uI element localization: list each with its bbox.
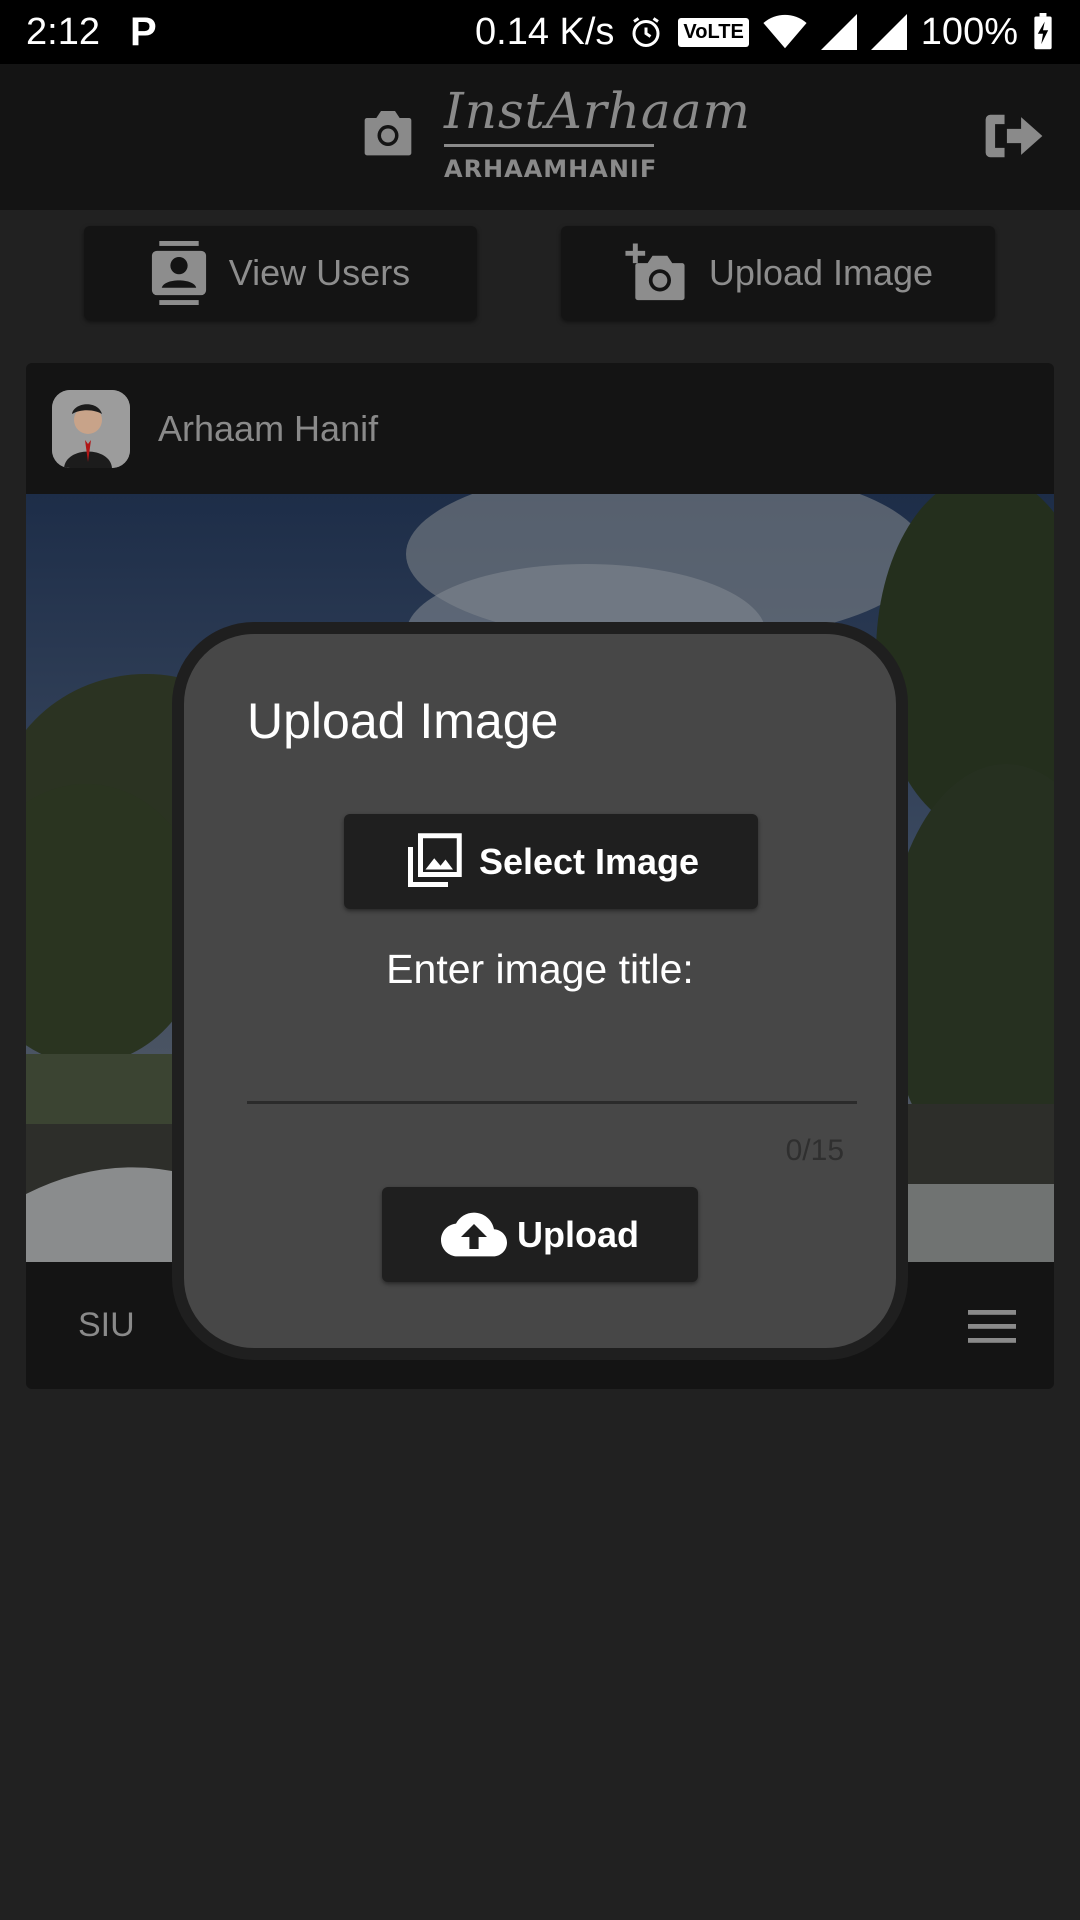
image-title-prompt: Enter image title:	[386, 946, 694, 992]
volte-badge: VoLTE	[678, 17, 749, 47]
character-counter: 0/15	[785, 1134, 844, 1167]
signal-icon	[820, 14, 857, 50]
dialog-title: Upload Image	[247, 693, 559, 749]
photo-library-icon	[407, 832, 462, 887]
parking-app-icon: P	[129, 9, 157, 54]
battery-percent: 100%	[920, 10, 1018, 53]
upload-button[interactable]: Upload	[382, 1187, 698, 1282]
upload-label: Upload	[517, 1213, 639, 1255]
net-speed: 0.14 K/s	[475, 10, 615, 53]
status-time: 2:12	[26, 10, 100, 53]
cloud-upload-icon	[441, 1212, 507, 1256]
signal-icon-2	[870, 14, 907, 50]
status-bar: 2:12 P 0.14 K/s VoLTE 100%	[0, 0, 1080, 64]
status-right: 0.14 K/s VoLTE 100%	[475, 11, 1054, 54]
select-image-label: Select Image	[478, 840, 700, 882]
upload-dialog: Upload Image Select Image Enter image ti…	[172, 622, 908, 1360]
battery-charging-icon	[1034, 13, 1052, 50]
wifi-icon	[763, 14, 807, 49]
image-title-input[interactable]	[247, 1034, 857, 1104]
select-image-button[interactable]: Select Image	[344, 814, 758, 909]
alarm-icon	[632, 17, 660, 47]
